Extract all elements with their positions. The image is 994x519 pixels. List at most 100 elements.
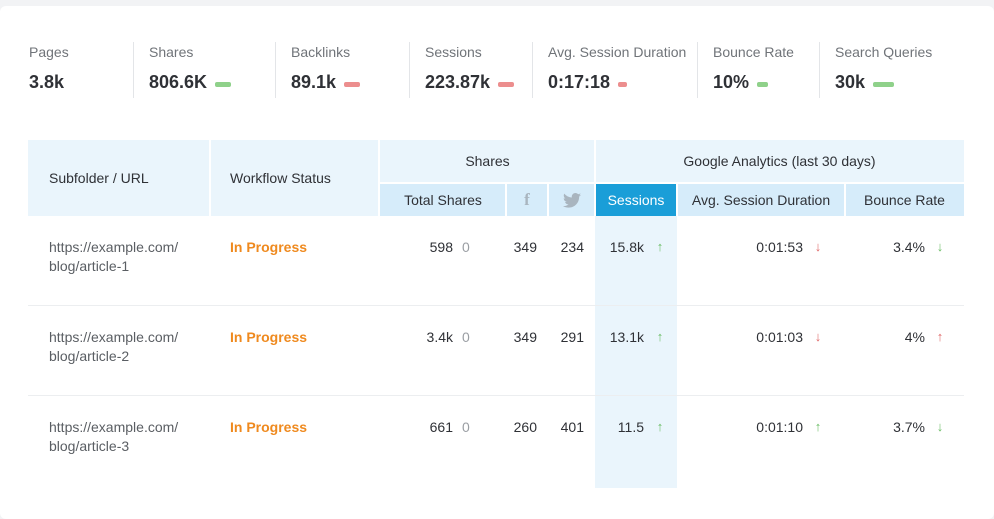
workflow-status[interactable]: In Progress [230,328,307,347]
metric-label: Sessions [425,44,482,60]
column-header-total-shares[interactable]: Total Shares [380,184,506,216]
column-header-sessions[interactable]: Sessions [595,184,677,216]
url-line: blog/article-1 [49,258,130,274]
column-header-bounce-rate[interactable]: Bounce Rate [845,184,964,216]
table-row[interactable]: https://example.com/blog/article-1 In Pr… [28,216,964,306]
trend-bar-down [618,81,628,87]
column-header-label: Total Shares [404,192,482,208]
divider [275,42,276,98]
trend-bar-up [215,81,232,87]
metric-bounce-rate: Bounce Rate 10% [697,42,794,100]
divider [532,42,533,98]
arrow-up-icon: ↑ [656,419,664,434]
column-header-label: Sessions [607,192,665,208]
divider [505,184,507,216]
facebook-shares-value: 260 [513,419,537,435]
metric-value: 10% [713,72,750,92]
total-shares-value: 661 [429,419,453,435]
url-line: blog/article-2 [49,348,130,364]
arrow-up-icon: ↑ [936,329,944,344]
metric-label: Search Queries [835,44,933,60]
twitter-shares-value: 401 [560,419,584,435]
column-header-label: Bounce Rate [864,192,945,208]
metric-label: Pages [29,44,69,60]
group-header-google-analytics: Google Analytics (last 30 days) [683,153,876,169]
bounce-rate-value: 3.4% [893,239,925,255]
divider [819,42,820,98]
metric-value: 806.6K [149,72,208,92]
metric-pages: Pages 3.8k [29,44,69,100]
total-shares-delta: 0 [462,419,470,435]
metric-label: Backlinks [291,44,351,60]
metric-label: Bounce Rate [713,44,794,60]
metric-backlinks: Backlinks 89.1k [275,42,361,100]
total-shares-delta: 0 [462,329,470,345]
divider [409,42,410,98]
facebook-shares-value: 349 [513,239,537,255]
divider [844,184,846,216]
total-shares-value: 598 [429,239,453,255]
column-header-label: Avg. Session Duration [691,192,831,208]
url-link[interactable]: https://example.com/blog/article-3 [49,418,178,456]
metric-shares: Shares 806.6K [133,42,232,100]
column-header-url[interactable]: Subfolder / URL [49,170,149,186]
arrow-up-icon: ↑ [814,419,822,434]
arrow-down-icon: ↓ [814,239,822,254]
arrow-down-icon: ↓ [936,239,944,254]
divider [594,140,596,216]
trend-bar-down [498,81,515,87]
column-header-avg-session-duration[interactable]: Avg. Session Duration [677,184,845,216]
metric-label: Avg. Session Duration [548,44,687,60]
metric-value: 3.8k [29,72,65,92]
twitter-shares-value: 234 [560,239,584,255]
facebook-shares-value: 349 [513,329,537,345]
workflow-status[interactable]: In Progress [230,418,307,437]
table-row[interactable]: https://example.com/blog/article-3 In Pr… [28,396,964,486]
arrow-up-icon: ↑ [656,329,664,344]
arrow-up-icon: ↑ [656,239,664,254]
arrow-down-icon: ↓ [814,329,822,344]
metric-value: 89.1k [291,72,337,92]
metric-search-queries: Search Queries 30k [819,42,933,100]
trend-bar-down [344,81,361,87]
table-row[interactable]: https://example.com/blog/article-2 In Pr… [28,306,964,396]
facebook-icon: f [524,190,530,209]
arrow-down-icon: ↓ [936,419,944,434]
divider [380,182,964,184]
url-line: blog/article-3 [49,438,130,454]
column-header-facebook[interactable]: f [506,184,548,216]
workflow-status[interactable]: In Progress [230,238,307,257]
url-link[interactable]: https://example.com/blog/article-2 [49,328,178,366]
url-line: https://example.com/ [49,329,179,345]
divider [547,184,549,216]
metric-sessions: Sessions 223.87k [409,42,515,100]
sessions-value: 13.1k [609,329,644,345]
metric-avg-session-duration: Avg. Session Duration 0:17:18 [532,42,687,100]
url-link[interactable]: https://example.com/blog/article-1 [49,238,178,276]
metrics-summary: Pages 3.8k Shares 806.6K Backlinks 89.1k… [0,42,994,104]
column-header-workflow-status[interactable]: Workflow Status [230,170,331,186]
total-shares-value: 3.4k [426,329,453,345]
duration-value: 0:01:10 [756,419,803,435]
bounce-rate-value: 3.7% [893,419,925,435]
metric-label: Shares [149,44,194,60]
report-card: Pages 3.8k Shares 806.6K Backlinks 89.1k… [0,6,994,519]
divider [676,184,678,216]
metric-value: 0:17:18 [548,72,611,92]
sessions-value: 15.8k [609,239,644,255]
duration-value: 0:01:53 [756,239,803,255]
bounce-rate-value: 4% [904,329,925,345]
url-line: https://example.com/ [49,239,179,255]
table-header: Subfolder / URL Workflow Status Shares G… [28,140,964,216]
divider [209,140,211,216]
trend-bar-up [873,81,895,87]
twitter-shares-value: 291 [560,329,584,345]
metric-value: 223.87k [425,72,491,92]
url-line: https://example.com/ [49,419,179,435]
twitter-icon [562,192,581,208]
divider [697,42,698,98]
duration-value: 0:01:03 [756,329,803,345]
divider [133,42,134,98]
column-header-twitter[interactable] [548,184,595,216]
trend-bar-up [757,81,769,87]
